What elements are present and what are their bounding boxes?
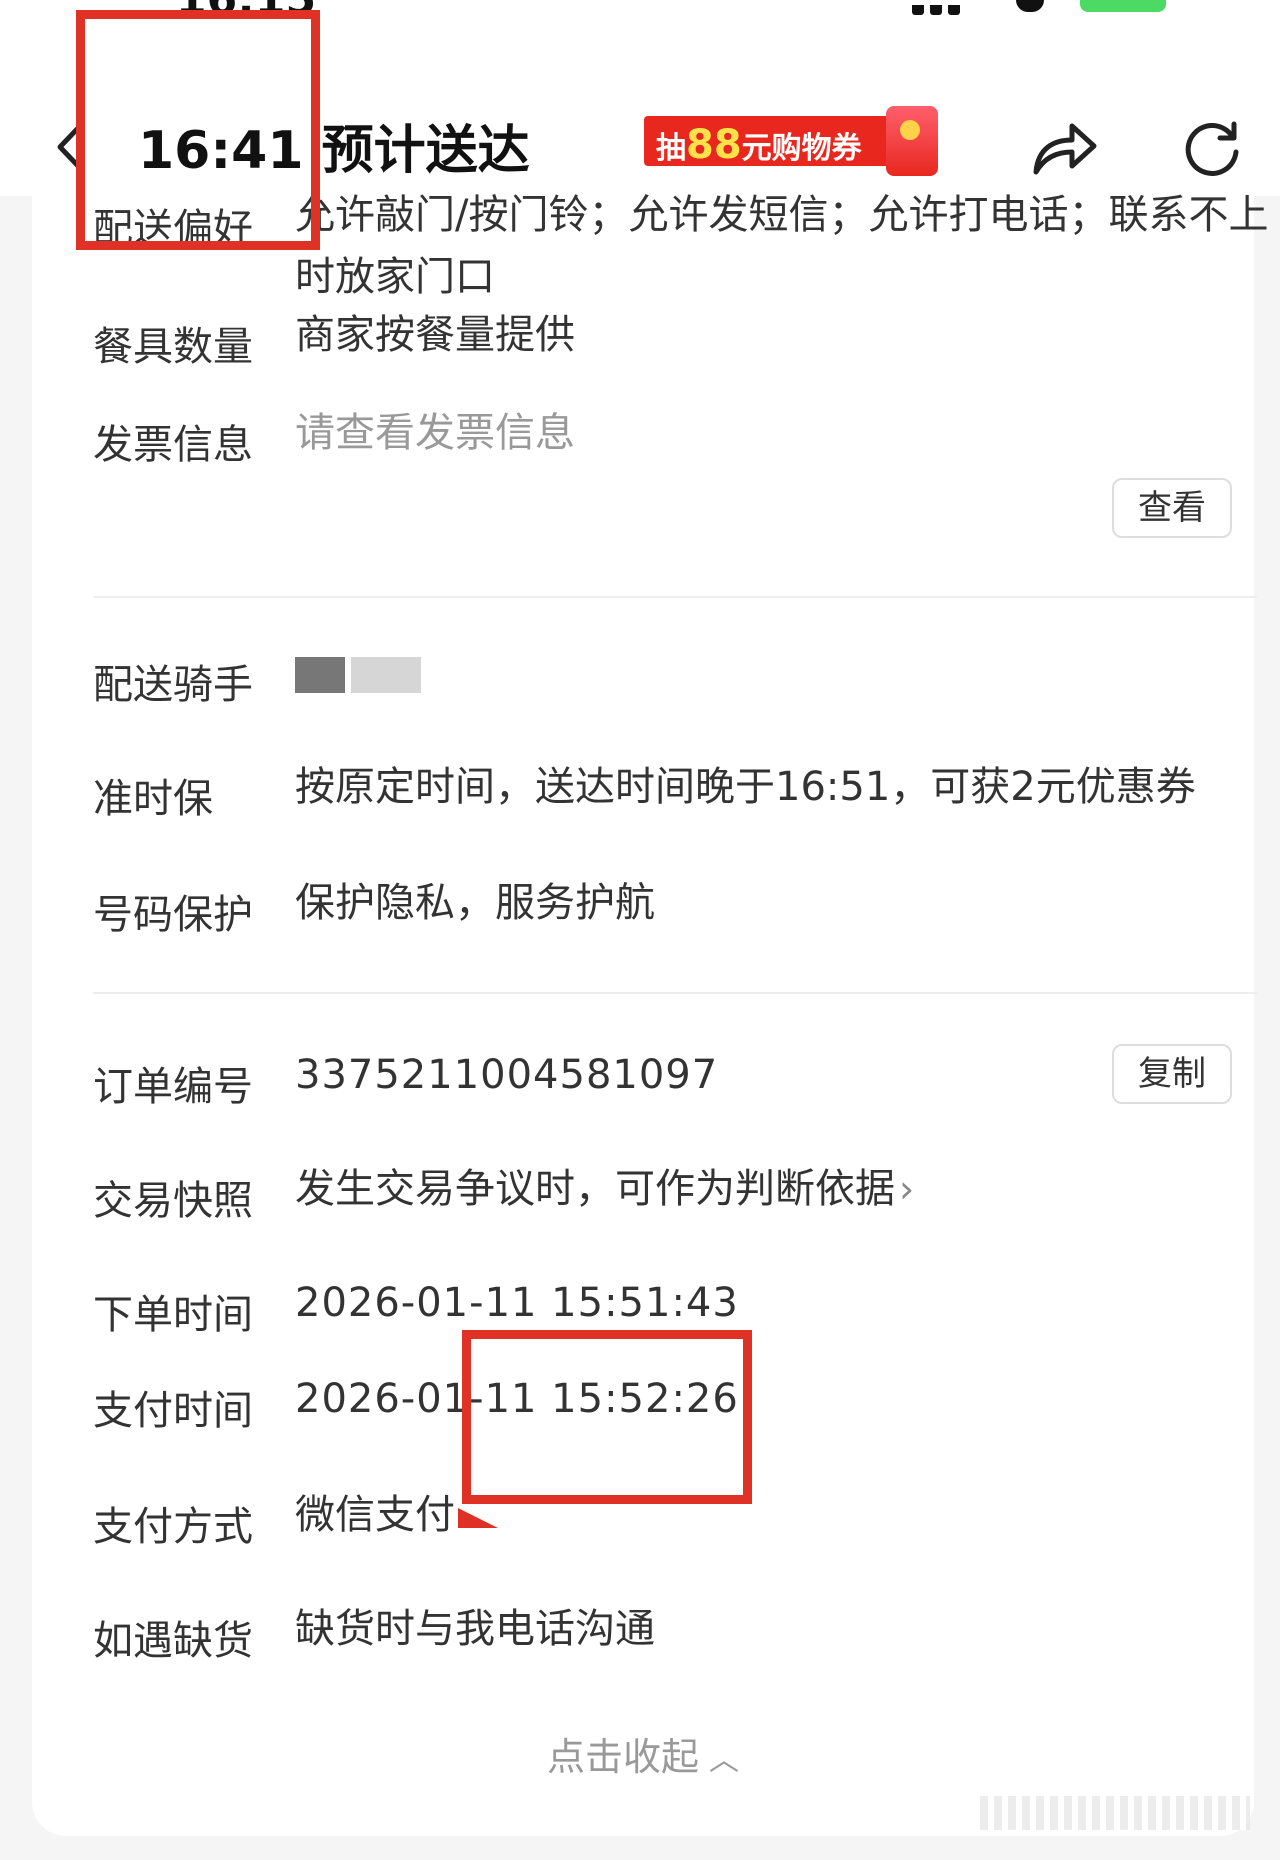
highlight-box-eta xyxy=(76,10,320,250)
order-number-label: 订单编号 xyxy=(93,1064,253,1110)
share-icon xyxy=(1033,123,1097,175)
rider-label: 配送骑手 xyxy=(93,662,253,708)
rider-name-redacted xyxy=(295,642,1280,704)
order-detail-page: 16:15 16:41 预计送达 抽88元购物券 xyxy=(0,0,1280,1860)
refresh-button[interactable] xyxy=(1182,118,1242,180)
pay-method-label: 支付方式 xyxy=(93,1504,253,1550)
delivery-preference-value: 允许敲门/按门铃；允许发短信；允许打电话；联系不上时放家门口 xyxy=(295,192,1269,300)
invoice-value: 请查看发票信息 xyxy=(295,410,575,456)
section-divider xyxy=(93,596,1257,598)
pay-time-value: 2026-01-11 15:52:26 xyxy=(295,1376,739,1422)
privacy-label: 号码保护 xyxy=(93,892,253,938)
tableware-value: 商家按餐量提供 xyxy=(295,312,575,358)
promo-suffix: 元购物券 xyxy=(741,131,862,166)
stockout-label: 如遇缺货 xyxy=(93,1618,253,1664)
snapshot-value[interactable]: 发生交易争议时，可作为判断依据 › xyxy=(295,1158,1280,1220)
redaction-block xyxy=(351,657,421,693)
ontime-value: 按原定时间，送达时间晚于16:51，可获2元优惠券 xyxy=(295,764,1196,810)
order-time-label: 下单时间 xyxy=(93,1292,253,1338)
chevron-up-icon: ︿ xyxy=(709,1743,739,1778)
share-button[interactable] xyxy=(1028,114,1100,182)
chevron-right-icon: › xyxy=(899,1167,915,1211)
refresh-icon xyxy=(1185,121,1239,176)
promo-text: 抽88元购物券 xyxy=(656,122,862,168)
collapse-button[interactable]: 点击收起 ︿ xyxy=(32,1726,1254,1781)
invoice-label: 发票信息 xyxy=(93,422,253,468)
gift-icon xyxy=(886,106,938,176)
pay-time-label: 支付时间 xyxy=(93,1388,253,1434)
order-time-value: 2026-01-11 15:51:43 xyxy=(295,1280,739,1326)
promo-coupon-banner[interactable]: 抽88元购物券 xyxy=(644,106,938,176)
promo-amount: 88 xyxy=(686,122,742,168)
pay-method-value: 微信支付 xyxy=(295,1492,455,1538)
redaction-block xyxy=(295,657,345,693)
wifi-icon xyxy=(1016,0,1044,12)
privacy-value: 保护隐私，服务护航 xyxy=(295,880,655,926)
collapse-label: 点击收起 xyxy=(546,1735,699,1779)
signal-icon xyxy=(912,0,982,34)
stockout-value: 缺货时与我电话沟通 xyxy=(295,1606,655,1652)
battery-icon xyxy=(1080,0,1166,12)
ontime-label: 准时保 xyxy=(93,776,213,822)
snapshot-text: 发生交易争议时，可作为判断依据 xyxy=(295,1166,895,1212)
snapshot-label: 交易快照 xyxy=(93,1178,253,1224)
highlight-box-pay-time xyxy=(462,1330,752,1504)
section-divider xyxy=(93,992,1257,994)
highlight-marker xyxy=(458,1508,498,1528)
order-info-card: 配送偏好 允许敲门/按门铃；允许发短信；允许打电话；联系不上时放家门口 餐具数量… xyxy=(32,192,1268,1836)
scroll-indicator xyxy=(980,1796,1250,1830)
promo-prefix: 抽 xyxy=(656,131,686,166)
copy-order-number-button[interactable]: 复制 xyxy=(1112,1044,1232,1104)
view-invoice-button[interactable]: 查看 xyxy=(1112,478,1232,538)
tableware-label: 餐具数量 xyxy=(93,324,253,370)
